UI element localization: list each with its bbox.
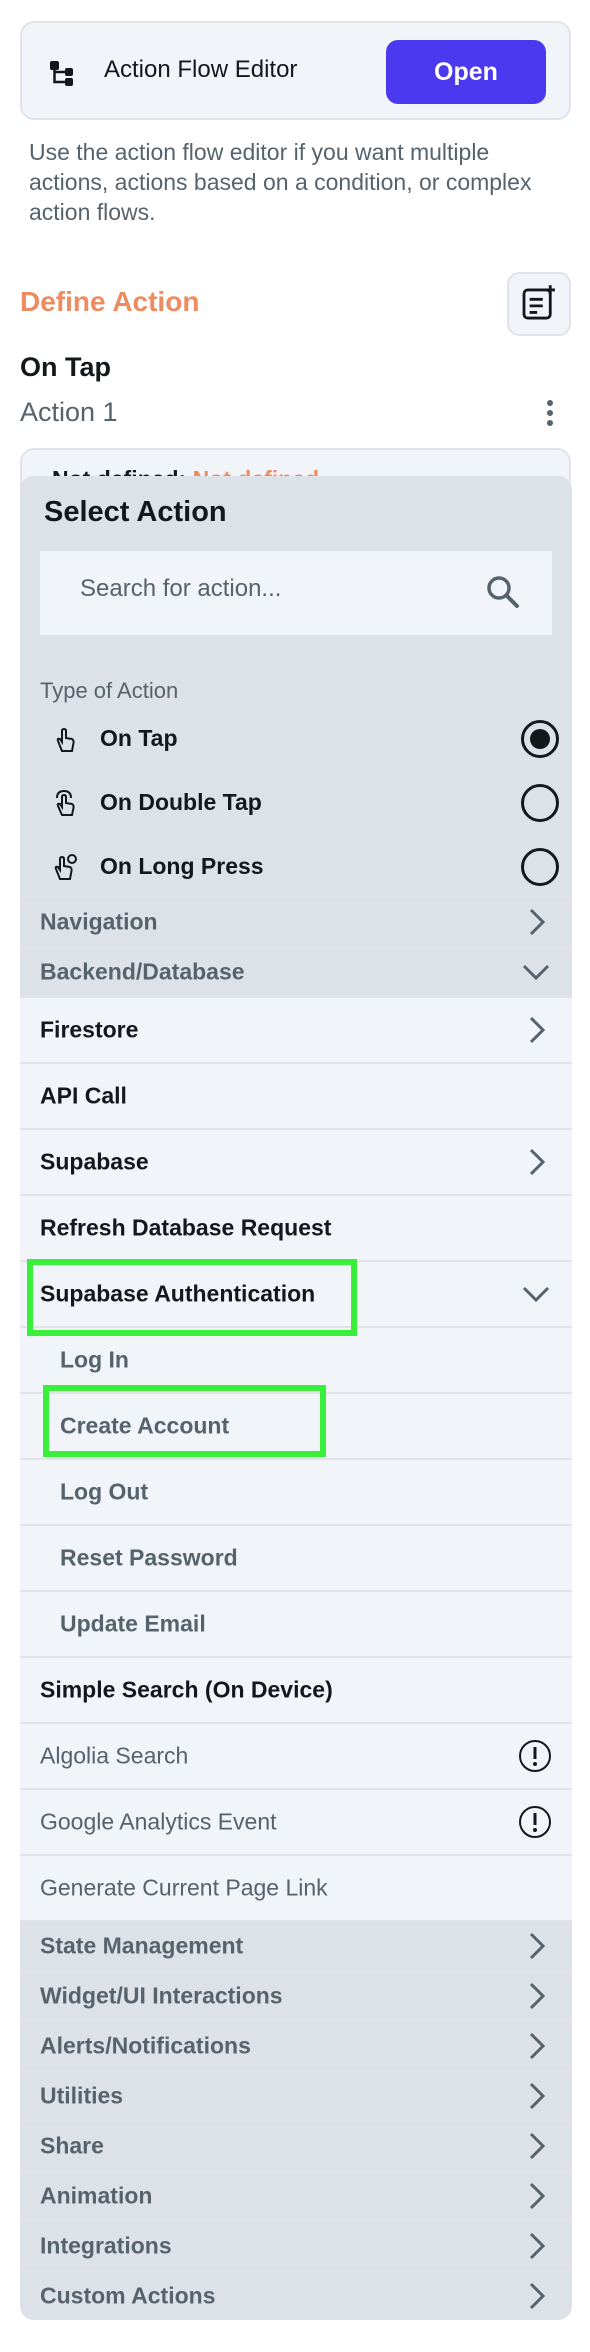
chevron-right-icon (529, 2082, 546, 2110)
action-search-box (40, 551, 552, 635)
action-item-label: Refresh Database Request (40, 1214, 332, 1241)
double-tap-icon (56, 789, 75, 816)
chevron-right-icon (529, 2182, 546, 2210)
flow-tree-icon (50, 61, 73, 86)
action-flow-editor-description: Use the action flow editor if you want m… (29, 139, 532, 225)
select-action-title: Select Action (44, 496, 227, 528)
radio-unselected[interactable] (521, 848, 559, 886)
action-search-input[interactable] (80, 575, 460, 603)
tap-icon (56, 727, 75, 752)
action-1-label: Action 1 (20, 397, 118, 427)
more-options-icon[interactable] (535, 398, 565, 428)
trigger-label: On Tap (20, 352, 111, 382)
select-action-header: Select Action Type of Action On Tap On D… (20, 476, 572, 896)
add-note-icon (522, 285, 555, 320)
auth-item-log-out[interactable]: Log Out (20, 1458, 572, 1524)
add-action-button[interactable] (507, 272, 571, 336)
category-animation[interactable]: Animation (20, 2170, 572, 2220)
category-label: Utilities (40, 2082, 124, 2109)
action-item-label: Google Analytics Event (40, 1808, 277, 1835)
category-backend-database[interactable]: Backend/Database (20, 946, 572, 996)
trigger-option-on-long-press[interactable]: On Long Press (20, 839, 572, 895)
chevron-right-icon (529, 2232, 546, 2260)
chevron-down-icon (522, 964, 550, 981)
chevron-right-icon (529, 1016, 546, 1044)
action-item-label: Algolia Search (40, 1742, 189, 1769)
chevron-right-icon (529, 1932, 546, 1960)
action-item-api-call[interactable]: API Call (20, 1062, 572, 1128)
action-item-label: API Call (40, 1082, 127, 1109)
action-item-algolia-search[interactable]: Algolia Search (20, 1722, 572, 1788)
action-item-simple-search[interactable]: Simple Search (On Device) (20, 1656, 572, 1722)
action-item-label: Firestore (40, 1016, 139, 1043)
action-item-generate-current-page-link[interactable]: Generate Current Page Link (20, 1854, 572, 1920)
category-label: State Management (40, 1932, 244, 1959)
auth-item-label: Reset Password (60, 1544, 238, 1571)
category-label: Widget/UI Interactions (40, 1982, 283, 2009)
info-icon[interactable] (517, 1804, 553, 1840)
type-of-action-label: Type of Action (40, 678, 179, 703)
search-icon[interactable] (484, 573, 522, 611)
action-item-google-analytics-event[interactable]: Google Analytics Event (20, 1788, 572, 1854)
chevron-right-icon (529, 1982, 546, 2010)
action-flow-editor-title: Action Flow Editor (104, 56, 298, 83)
category-label: Share (40, 2132, 104, 2159)
highlight-supabase-authentication (27, 1259, 357, 1336)
chevron-down-icon (522, 1286, 550, 1303)
action-flow-editor-card: Action Flow Editor Open (20, 21, 571, 120)
radio-unselected[interactable] (521, 784, 559, 822)
action-item-label: Generate Current Page Link (40, 1874, 328, 1901)
trigger-option-label: On Long Press (100, 853, 264, 879)
long-press-icon (54, 854, 77, 880)
action-item-firestore[interactable]: Firestore (20, 996, 572, 1062)
category-alerts-notifications[interactable]: Alerts/Notifications (20, 2020, 572, 2070)
info-icon[interactable] (517, 1738, 553, 1774)
chevron-right-icon (529, 2132, 546, 2160)
auth-item-update-email[interactable]: Update Email (20, 1590, 572, 1656)
radio-selected[interactable] (521, 720, 559, 758)
action-item-label: Supabase (40, 1148, 149, 1175)
chevron-right-icon (529, 1148, 546, 1176)
trigger-option-label: On Tap (100, 725, 178, 751)
trigger-option-on-tap[interactable]: On Tap (20, 711, 572, 767)
trigger-option-label: On Double Tap (100, 789, 262, 815)
highlight-create-account (43, 1385, 326, 1457)
category-state-management[interactable]: State Management (20, 1920, 572, 1970)
action-item-refresh-database-request[interactable]: Refresh Database Request (20, 1194, 572, 1260)
chevron-right-icon (529, 2282, 546, 2310)
category-custom-actions[interactable]: Custom Actions (20, 2270, 572, 2320)
category-integrations[interactable]: Integrations (20, 2220, 572, 2270)
category-navigation[interactable]: Navigation (20, 896, 572, 946)
chevron-right-icon (529, 908, 546, 936)
action-item-supabase[interactable]: Supabase (20, 1128, 572, 1194)
category-widget-ui-interactions[interactable]: Widget/UI Interactions (20, 1970, 572, 2020)
category-label: Alerts/Notifications (40, 2032, 251, 2059)
trigger-option-on-double-tap[interactable]: On Double Tap (20, 775, 572, 831)
category-label: Animation (40, 2182, 153, 2209)
category-label: Custom Actions (40, 2282, 216, 2309)
auth-item-label: Update Email (60, 1610, 206, 1637)
chevron-right-icon (529, 2032, 546, 2060)
category-share[interactable]: Share (20, 2120, 572, 2170)
define-action-title: Define Action (20, 286, 200, 317)
category-label: Navigation (40, 908, 158, 935)
category-label: Backend/Database (40, 958, 245, 985)
auth-item-label: Log Out (60, 1478, 149, 1505)
category-label: Integrations (40, 2232, 172, 2259)
action-item-label: Simple Search (On Device) (40, 1676, 333, 1703)
auth-item-reset-password[interactable]: Reset Password (20, 1524, 572, 1590)
auth-item-label: Log In (60, 1346, 129, 1373)
open-button[interactable]: Open (386, 40, 546, 104)
category-utilities[interactable]: Utilities (20, 2070, 572, 2120)
